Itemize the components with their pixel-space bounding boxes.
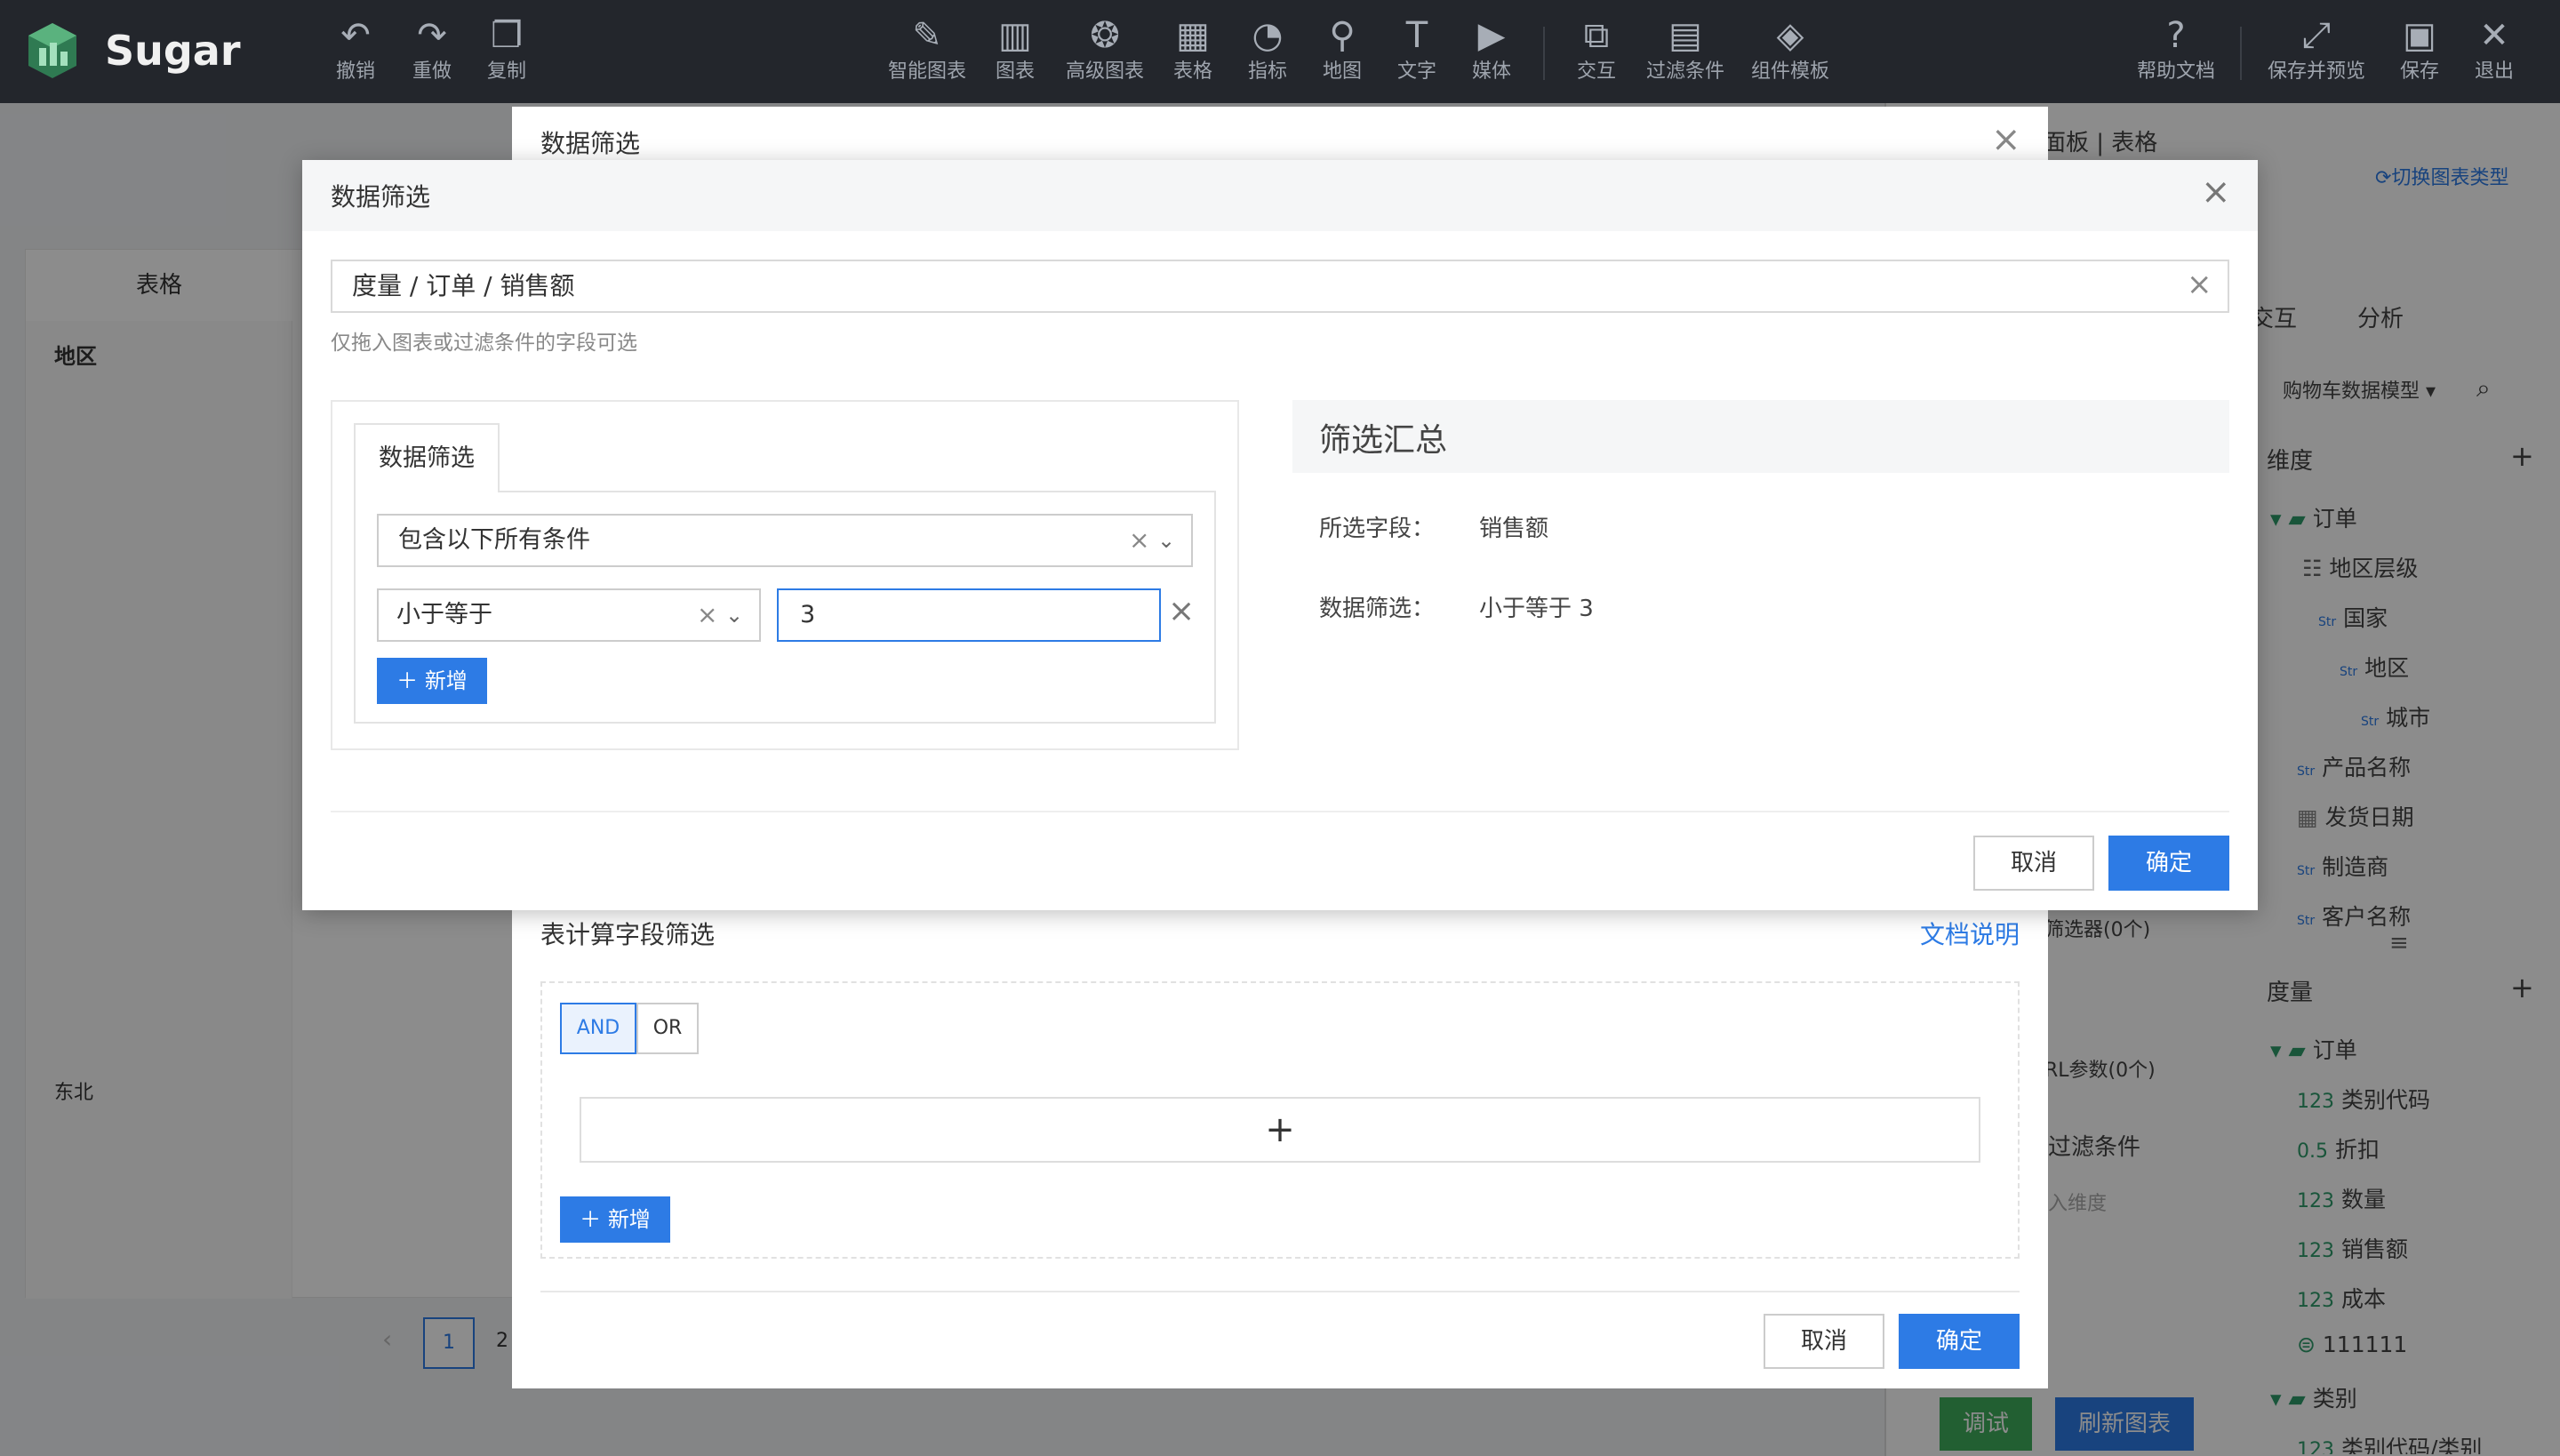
undo-label: 撤销	[335, 60, 375, 83]
toolbar-advanced-chart[interactable]: ❂ 高级图表	[1061, 12, 1148, 94]
help-label: 帮助文档	[2136, 60, 2215, 83]
interaction-label: 交互	[1576, 60, 1616, 83]
bar-chart-icon: ▥	[998, 15, 1032, 56]
template-icon: ◈	[1776, 15, 1804, 56]
dialog-header	[302, 160, 2258, 231]
cancel-button[interactable]: 取消	[1764, 1314, 1884, 1369]
confirm-button[interactable]: 确定	[2108, 836, 2229, 891]
or-toggle[interactable]: OR	[636, 1003, 699, 1054]
media-label: 媒体	[1471, 60, 1511, 83]
clear-icon[interactable]: ×	[697, 597, 717, 633]
delete-condition-icon[interactable]: ×	[1168, 592, 1195, 631]
smart-chart-icon: ✎	[912, 15, 942, 56]
toolbar-smart-chart[interactable]: ✎ 智能图表	[884, 12, 971, 94]
redo-label: 重做	[412, 60, 452, 83]
add-condition-button[interactable]: +	[580, 1097, 1980, 1163]
doc-link[interactable]: 文档说明	[1920, 916, 2020, 951]
field-hint: 仅拖入图表或过滤条件的字段可选	[331, 332, 637, 355]
toolbar-interaction[interactable]: ⧉ 交互	[1572, 12, 1621, 94]
toolbar-filter[interactable]: ▤ 过滤条件	[1641, 12, 1730, 94]
value-input[interactable]: 3	[777, 588, 1161, 642]
clear-icon[interactable]: ×	[2187, 267, 2212, 302]
summary-title: 筛选汇总	[1319, 422, 1448, 459]
redo-icon: ↷	[417, 15, 447, 56]
chart-label: 图表	[995, 60, 1035, 83]
chevron-down-icon[interactable]: ⌄	[1157, 523, 1175, 558]
toolbar-map[interactable]: ⚲ 地图	[1317, 12, 1367, 94]
copy-button[interactable]: ❐ 复制	[482, 12, 532, 94]
interaction-icon: ⧉	[1583, 15, 1610, 56]
save-preview-label: 保存并预览	[2267, 60, 2365, 83]
smart-chart-label: 智能图表	[887, 60, 966, 83]
filter-summary-value: 小于等于 3	[1479, 596, 1594, 622]
gauge-icon: ◔	[1252, 15, 1284, 56]
clear-icon[interactable]: ×	[1129, 523, 1149, 558]
undo-button[interactable]: ↶ 撤销	[331, 12, 380, 94]
toolbar-template[interactable]: ◈ 组件模板	[1746, 12, 1835, 94]
table-label: 表格	[1172, 60, 1212, 83]
filter-summary-label: 数据筛选：	[1319, 596, 1436, 622]
exit-label: 退出	[2474, 60, 2514, 83]
help-button[interactable]: ? 帮助文档	[2132, 12, 2220, 94]
save-icon: ▣	[2403, 15, 2436, 56]
template-label: 组件模板	[1750, 60, 1829, 83]
map-pin-icon: ⚲	[1329, 15, 1356, 56]
add-label: 新增	[607, 1207, 651, 1232]
toolbar-divider	[1543, 27, 1545, 80]
app-name: Sugar	[105, 27, 241, 75]
advanced-chart-icon: ❂	[1090, 15, 1120, 56]
text-icon: T	[1405, 15, 1428, 56]
toolbar-indicator[interactable]: ◔ 指标	[1243, 12, 1292, 94]
add-condition-button[interactable]: ＋ 新增	[377, 658, 487, 704]
selected-field-label: 所选字段：	[1319, 516, 1436, 542]
and-toggle[interactable]: AND	[560, 1003, 636, 1054]
copy-icon: ❐	[491, 15, 523, 56]
dialog-title: 数据筛选	[331, 182, 431, 212]
plus-icon: +	[1265, 1109, 1295, 1150]
media-icon: ▶	[1477, 15, 1506, 56]
expand-icon: ⤢	[2302, 15, 2331, 56]
indicator-label: 指标	[1247, 60, 1287, 83]
toolbar-media[interactable]: ▶ 媒体	[1467, 12, 1516, 94]
filter-dialog-title: 数据筛选	[540, 129, 641, 158]
toolbar-divider	[2240, 27, 2242, 80]
advanced-chart-label: 高级图表	[1065, 60, 1144, 83]
tab-data-filter[interactable]: 数据筛选	[354, 423, 500, 492]
condition-mode-select[interactable]: 包含以下所有条件	[377, 514, 1193, 567]
redo-button[interactable]: ↷ 重做	[407, 12, 457, 94]
table-calc-filter-title: 表计算字段筛选	[540, 920, 716, 949]
confirm-button[interactable]: 确定	[1899, 1314, 2020, 1369]
toolbar-chart[interactable]: ▥ 图表	[990, 12, 1040, 94]
exit-button[interactable]: ✕ 退出	[2469, 12, 2519, 94]
add-label: 新增	[424, 668, 468, 693]
field-select[interactable]: 度量 / 订单 / 销售额	[331, 260, 2229, 313]
map-label: 地图	[1322, 60, 1362, 83]
save-label: 保存	[2399, 60, 2439, 83]
plus-icon: ＋	[396, 668, 419, 693]
copy-label: 复制	[486, 60, 526, 83]
save-preview-button[interactable]: ⤢ 保存并预览	[2263, 12, 2370, 94]
undo-icon: ↶	[340, 15, 371, 56]
help-icon: ?	[2166, 15, 2186, 56]
divider	[331, 811, 2229, 812]
close-icon: ✕	[2479, 15, 2509, 56]
plus-icon: ＋	[580, 1207, 602, 1232]
divider	[540, 1291, 2020, 1292]
close-icon[interactable]: ×	[1991, 119, 2021, 160]
table-icon: ▦	[1176, 15, 1210, 56]
filter-label: 过滤条件	[1645, 60, 1724, 83]
close-icon[interactable]: ×	[2201, 174, 2231, 210]
cancel-button[interactable]: 取消	[1973, 836, 2094, 891]
text-label: 文字	[1396, 60, 1436, 83]
selected-field-value: 销售额	[1479, 516, 1549, 542]
sugar-logo-icon	[25, 21, 80, 80]
toolbar-text[interactable]: T 文字	[1392, 12, 1442, 94]
toolbar-table[interactable]: ▦ 表格	[1168, 12, 1218, 94]
save-button[interactable]: ▣ 保存	[2395, 12, 2444, 94]
filter-icon: ▤	[1668, 15, 1702, 56]
add-button[interactable]: ＋ 新增	[560, 1196, 670, 1243]
chevron-down-icon[interactable]: ⌄	[725, 597, 743, 633]
